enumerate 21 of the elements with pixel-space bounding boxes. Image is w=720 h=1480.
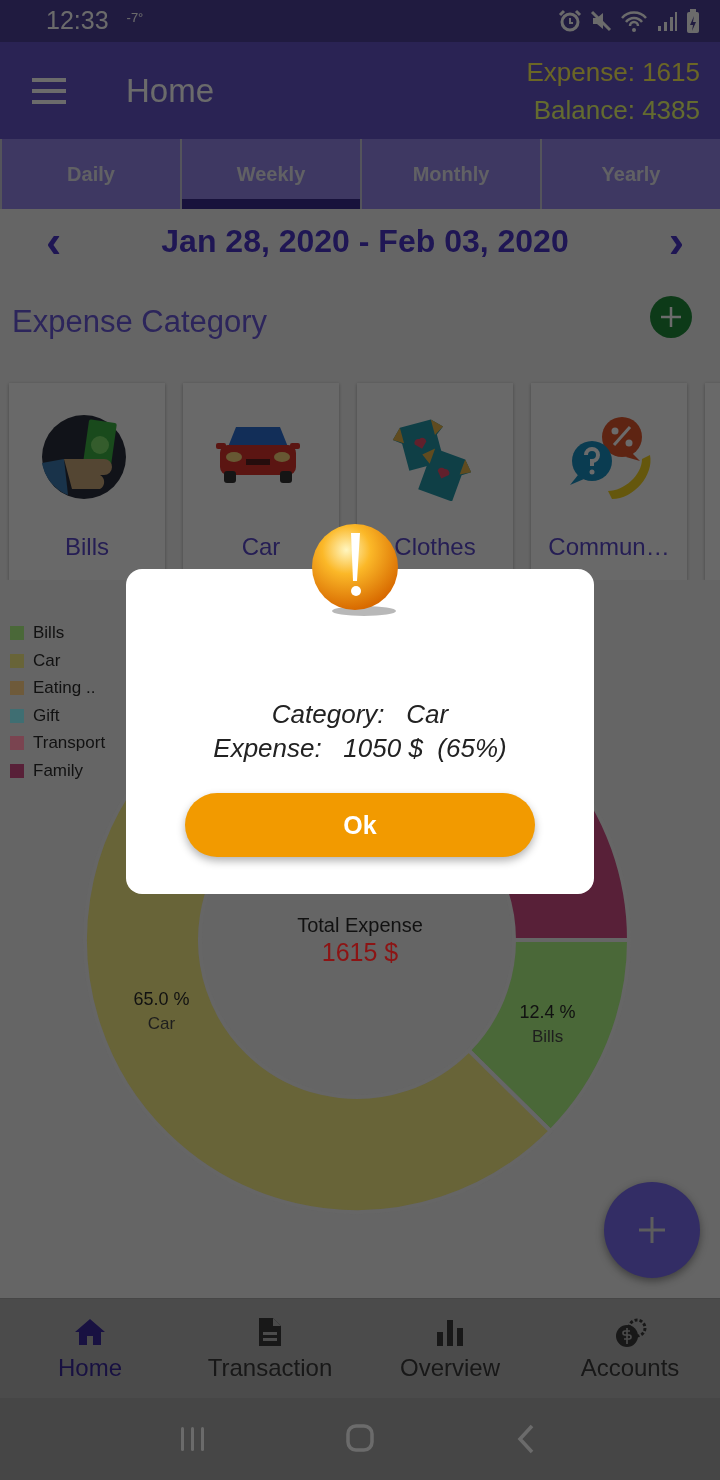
- total-amount: 1615 $: [321, 937, 399, 966]
- legend-label: Gift: [33, 705, 60, 726]
- date-range: Jan 28, 2020 - Feb 03, 2020: [161, 222, 569, 260]
- balance-total: Balance: 4385: [533, 93, 700, 127]
- slice-label: Bills: [532, 1026, 564, 1046]
- screen-title: Home: [126, 71, 216, 110]
- temperature-text: -7°: [126, 10, 144, 26]
- legend-label: Family: [33, 760, 84, 781]
- clock-time: 12:33: [46, 6, 109, 36]
- legend-label: Eating ..: [33, 678, 96, 699]
- legend-label: Bills: [33, 623, 65, 644]
- slice-percent: 65.0 %: [133, 988, 190, 1009]
- expense-total: Expense: 1615: [526, 55, 700, 89]
- slice-label: Car: [147, 1013, 176, 1033]
- legend-label: Car: [33, 650, 61, 671]
- legend-label: Transport: [33, 733, 106, 754]
- section-title: Expense Category: [12, 303, 268, 340]
- slice-percent: 12.4 %: [519, 1001, 576, 1022]
- total-label: Total Expense: [297, 913, 423, 936]
- dialog-message: Expense: 1050 $ (65%): [213, 732, 507, 765]
- dialog-message: Category: Car: [271, 698, 449, 731]
